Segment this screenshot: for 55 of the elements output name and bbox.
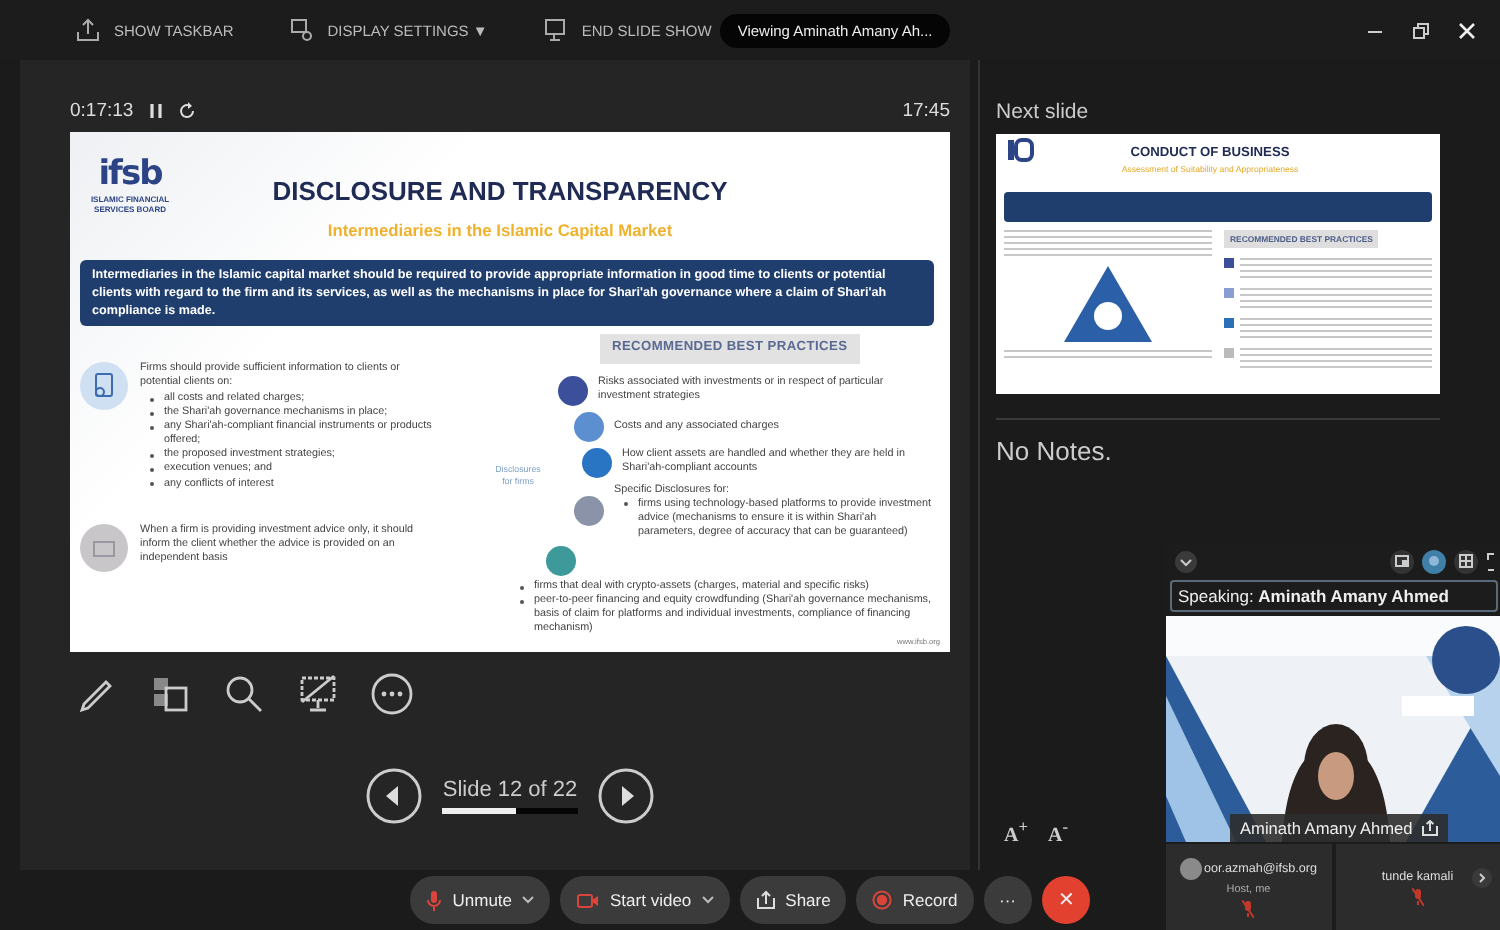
reset-icon[interactable] [177,101,196,119]
unmute-button[interactable]: Unmute [410,876,551,924]
tray-icon [76,18,100,42]
panel-heading: Next slide [996,100,1091,124]
video-name-tag: Aminath Amany Ahmed [1230,814,1449,842]
layout-icon [1458,552,1474,570]
notes-text: No Notes. [996,436,1114,466]
document-icon [80,362,128,411]
slide-counter: Slide 12 of 22 [442,778,578,802]
step-disc [546,546,576,576]
search-icon[interactable] [222,672,266,716]
restore-icon[interactable] [1412,21,1430,39]
layout-button[interactable] [1390,549,1414,573]
caret-icon [522,896,535,904]
caret-icon [701,896,714,904]
more-icon[interactable] [370,672,414,716]
square-icon [1224,288,1234,298]
collapse-button[interactable] [1174,549,1198,573]
increase-font-button[interactable]: A$^{+}$ [1004,817,1028,846]
layout-button[interactable] [1454,549,1478,573]
record-icon [872,890,893,910]
share-button[interactable]: Share [739,876,847,924]
envelope-icon [80,523,128,572]
speaking-label: Speaking: Aminath Amany Ahmed [1170,580,1498,612]
display-settings-icon [289,18,314,42]
decrease-font-button[interactable]: A$^{-}$ [1047,817,1068,846]
start-video-button[interactable]: Start video [560,876,730,924]
logo-text: ifsb [98,152,162,196]
previous-icon [366,768,423,824]
record-button[interactable]: Record [856,876,974,924]
square-icon [1224,318,1234,328]
pause-icon[interactable] [147,101,164,119]
slides-icon[interactable] [148,672,192,716]
monitor-icon [543,18,568,42]
share-icon[interactable] [1422,820,1439,836]
share-icon [755,890,776,910]
close-icon[interactable] [1458,21,1476,39]
expand-icon[interactable] [1486,551,1500,571]
layout-button[interactable] [1422,549,1446,573]
leave-button[interactable]: ✕ [1041,876,1090,924]
clock-time: 17:45 [902,99,950,121]
slide-title: DISCLOSURE AND TRANSPARENCY [272,176,728,210]
previous-slide-button[interactable] [366,768,423,824]
monitor-slash-icon[interactable] [296,672,340,716]
square-icon [1224,348,1234,358]
chevron-right-icon [1472,868,1492,888]
triangle-drawing [1062,264,1154,344]
more-button[interactable]: ··· [983,876,1032,924]
next-slide-button[interactable] [597,768,654,824]
elapsed-time: 0:17:13 [70,99,134,121]
square-icon [1224,258,1234,268]
chevron-down-icon [1174,549,1198,573]
next-icon [597,768,654,824]
next-participants-button[interactable] [1472,868,1492,888]
slide-subtitle: Intermediaries in the Islamic Capital Market [327,219,673,242]
